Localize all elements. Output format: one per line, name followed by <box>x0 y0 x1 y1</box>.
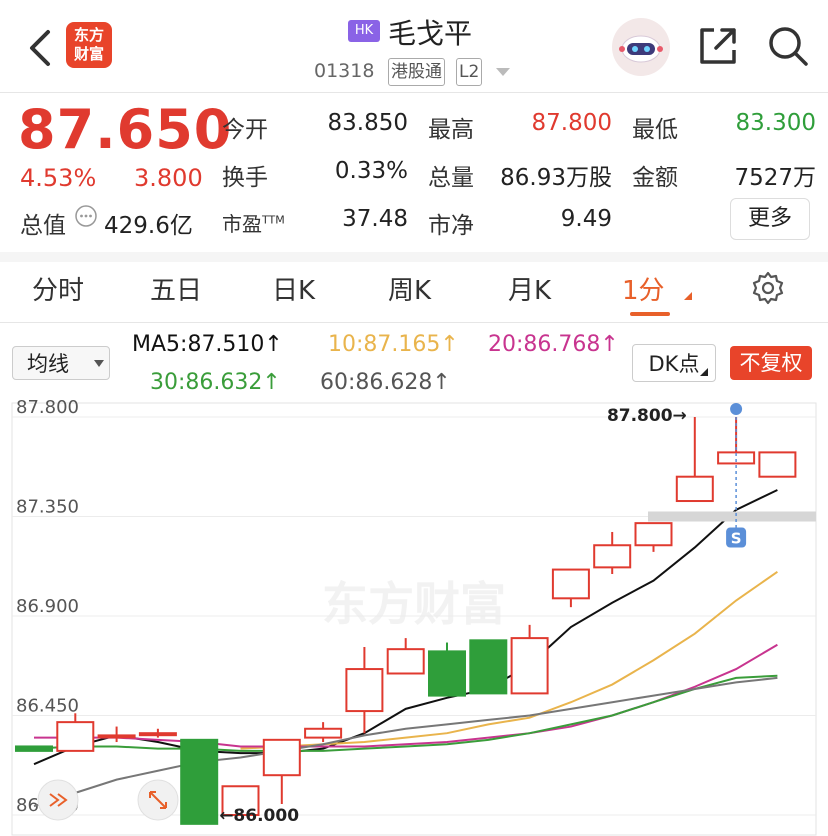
change-amount: 3.800 <box>134 164 203 192</box>
low-value: 83.300 <box>735 110 816 136</box>
more-info-icon[interactable] <box>74 204 98 228</box>
level2-tag: L2 <box>456 58 483 86</box>
volume-value: 86.93万股 <box>500 165 612 191</box>
chevron-down-icon <box>94 360 104 367</box>
signal-s-label: S <box>731 530 742 548</box>
candle-body <box>675 475 714 503</box>
header-divider <box>0 92 828 93</box>
last-price: 87.650 <box>18 98 233 161</box>
change-percent: 4.53% <box>20 164 97 192</box>
stock-code: 01318 <box>314 60 375 82</box>
tab-monthly-k[interactable]: 月K <box>508 270 551 307</box>
candle-body <box>304 727 343 739</box>
stock-connect-tag: 港股通 <box>388 58 445 86</box>
share-icon[interactable] <box>694 22 742 70</box>
period-dropdown-icon[interactable] <box>684 292 692 300</box>
candle-body <box>15 745 53 752</box>
candle-body <box>469 639 508 695</box>
tab-weekly-k[interactable]: 周K <box>388 270 431 307</box>
stock-name: 毛戈平 <box>388 17 473 50</box>
high-value: 87.800 <box>531 110 612 136</box>
candle-body <box>345 668 384 713</box>
max-price-label: 87.800→ <box>607 406 687 426</box>
y-tick-label: 86.900 <box>16 596 79 617</box>
back-icon[interactable] <box>22 26 62 70</box>
search-icon[interactable] <box>764 22 812 70</box>
pb-value: 9.49 <box>560 206 612 232</box>
candle-body <box>386 648 425 675</box>
tab-one-minute[interactable]: 1分 <box>622 270 665 307</box>
tab-five-day[interactable]: 五日 <box>150 270 202 307</box>
more-button[interactable]: 更多 <box>730 198 810 240</box>
tabs-divider <box>0 322 828 323</box>
ma10-value: 10:87.165↑ <box>328 332 459 357</box>
stock-switch-dropdown-icon[interactable] <box>496 68 510 76</box>
candle-body <box>510 637 549 695</box>
y-tick-label: 87.800 <box>16 397 79 418</box>
app-logo: 东方 财富 <box>66 22 112 68</box>
pe-ttm-sup: TTM <box>262 213 285 227</box>
candlestick-chart[interactable]: 东方财富 87.80087.35086.90086.45086.000 87.8… <box>0 395 828 836</box>
low-label: 最低 <box>632 117 678 143</box>
pb-label: 市净 <box>428 213 474 239</box>
watermark: 东方财富 <box>322 577 506 631</box>
pe-label-text: 市盈 <box>222 212 262 236</box>
logo-text-bottom: 财富 <box>73 45 104 63</box>
candle-body <box>634 522 673 547</box>
candle-body <box>97 734 136 739</box>
signal-dot-icon <box>730 403 743 415</box>
open-value: 83.850 <box>327 110 408 136</box>
ma30-value: 30:86.632↑ <box>150 370 281 395</box>
candle-body <box>262 738 301 777</box>
high-label: 最高 <box>428 117 474 143</box>
candle-body <box>56 721 95 752</box>
candle-body <box>593 544 632 569</box>
candle-body <box>428 650 466 697</box>
candle-body <box>551 568 590 600</box>
amount-label: 金额 <box>632 165 678 191</box>
section-divider <box>0 252 828 262</box>
adjustment-button[interactable]: 不复权 <box>730 346 812 380</box>
min-price-label: ←86.000 <box>219 806 299 826</box>
last-price-band <box>648 511 816 522</box>
ma60-value: 60:86.628↑ <box>320 370 451 395</box>
pe-value: 37.48 <box>342 206 408 232</box>
ma5-value: MA5:87.510↑ <box>132 332 283 357</box>
market-cap-label: 总值 <box>20 213 66 239</box>
turnover-label: 换手 <box>222 165 268 191</box>
ma20-value: 20:86.768↑ <box>488 332 619 357</box>
market-cap-value: 429.6亿 <box>104 213 193 239</box>
volume-label: 总量 <box>428 165 474 191</box>
turnover-value: 0.33% <box>334 158 408 184</box>
y-tick-label: 86.450 <box>16 696 79 717</box>
open-label: 今开 <box>222 117 268 143</box>
market-badge: HK <box>348 20 380 42</box>
dk-dropdown-icon <box>700 368 708 376</box>
gear-icon[interactable] <box>750 270 786 306</box>
pe-label: 市盈TTM <box>222 208 285 237</box>
candle-body <box>138 732 177 737</box>
logo-text-top: 东方 <box>73 26 104 44</box>
tab-intraday[interactable]: 分时 <box>32 270 84 307</box>
y-tick-label: 87.350 <box>16 497 79 518</box>
tab-daily-k[interactable]: 日K <box>272 270 315 307</box>
candle-body <box>180 738 219 825</box>
indicator-select-label: 均线 <box>27 352 69 376</box>
dk-point-button[interactable]: DK点 <box>632 344 716 382</box>
amount-value: 7527万 <box>734 165 816 191</box>
assistant-robot-icon[interactable] <box>612 18 670 76</box>
candle-body <box>758 451 797 478</box>
active-tab-indicator <box>630 312 670 316</box>
